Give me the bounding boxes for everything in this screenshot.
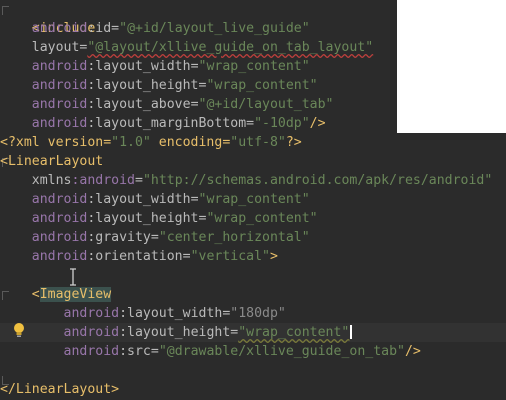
attribute-value: "1.0" [111,135,151,150]
code-line[interactable]: android:layout_height="wrap_content" [0,76,318,95]
attribute-name: :layout_height [87,78,199,93]
code-line[interactable]: android:layout_width="wrap_content" [0,57,310,76]
code-line[interactable]: android:gravity="center_horizontal" [0,228,310,247]
blank-area [397,0,506,133]
attribute-value: "wrap_content" [198,192,310,207]
attribute-value: "utf-8" [230,135,286,150]
xml-declaration: ?> [285,135,302,150]
attribute-value: "wrap_content" [206,211,318,226]
attribute-name: :layout_width [87,192,191,207]
attribute-namespace: android [31,78,88,93]
attribute-value: "@+id/layout_tab" [198,97,334,112]
code-line[interactable]: android:layout_height="wrap_content" [0,323,506,342]
code-line[interactable]: android:id="@+id/layout_live_guide" [0,19,310,38]
attribute-value: "-10dp" [254,116,310,131]
attribute-name: :layout_width [119,306,223,321]
code-line[interactable]: </LinearLayout> [0,380,119,399]
attribute-namespace: android [31,211,88,226]
xml-declaration: encoding= [150,135,231,150]
code-line[interactable]: android:layout_marginBottom="-10dp"/> [0,114,326,133]
attribute-name: :src [119,344,151,359]
attribute-name: :android [71,173,135,188]
attribute-name: :orientation [87,249,183,264]
xml-tag-close: /> [309,116,326,131]
xml-tag: </LinearLayout> [0,382,120,397]
attribute-value: "@layout/xllive_guide_on_tab_layout" [87,40,374,55]
code-line[interactable]: <ImageView [0,285,112,304]
code-line[interactable]: android:layout_height="wrap_content" [0,209,318,228]
attribute-value: "@drawable/xllive_guide_on_tab" [158,344,405,359]
attribute-value: "wrap_content" [198,59,310,74]
attribute-name: :layout_height [119,325,231,340]
code-line[interactable]: android:src="@drawable/xllive_guide_on_t… [0,342,421,361]
attribute-name: :layout_height [87,211,199,226]
intention-bulb-icon[interactable] [12,322,26,338]
code-line[interactable]: android:orientation="vertical"> [0,247,278,266]
attribute-namespace: xmlns [31,173,72,188]
code-line[interactable]: android:layout_above="@+id/layout_tab" [0,95,334,114]
attribute-namespace: android [63,306,120,321]
xml-tag-close: > [269,249,278,264]
code-line[interactable]: xmlns:android="http://schemas.android.co… [0,171,493,190]
attribute-name: :gravity [87,230,151,245]
attribute-namespace: android [31,230,88,245]
attribute-value: "center_horizontal" [158,230,310,245]
attribute-namespace: android [31,97,88,112]
attribute-value: "wrap_content" [238,325,350,340]
attribute-name: layout [31,40,80,55]
code-line[interactable]: layout="@layout/xllive_guide_on_tab_layo… [0,38,373,57]
code-line[interactable]: <LinearLayout [0,152,103,171]
attribute-namespace: android [63,325,120,340]
xml-declaration: <?xml version= [0,135,112,150]
attribute-name: :layout_marginBottom [87,116,247,131]
attribute-namespace: android [63,344,120,359]
attribute-namespace: android [31,116,88,131]
attribute-value: "http://schemas.android.com/apk/res/andr… [142,173,493,188]
xml-tag: < [31,287,40,302]
attribute-namespace: android [31,249,88,264]
code-line[interactable]: <?xml version="1.0" encoding="utf-8"?> [0,133,302,152]
attribute-value: "@+id/layout_live_guide" [119,21,310,36]
xml-tag-close: /> [404,344,421,359]
xml-tag: <LinearLayout [0,154,104,169]
code-line[interactable]: <include [0,0,96,36]
attribute-name: :id [87,21,112,36]
text-cursor-icon [70,268,76,286]
attribute-name: :layout_above [87,97,191,112]
xml-tag-highlighted: ImageView [39,287,112,302]
attribute-value: "wrap_content" [206,78,318,93]
text-caret [350,325,353,339]
attribute-namespace: android [31,192,88,207]
attribute-value: "vertical" [190,249,270,264]
attribute-name: :layout_width [87,59,191,74]
code-line[interactable]: android:layout_width="wrap_content" [0,190,310,209]
attribute-value: "180dp" [230,306,286,321]
attribute-namespace: android [31,21,88,36]
code-line[interactable]: android:layout_width="180dp" [0,304,286,323]
attribute-namespace: android [31,59,88,74]
